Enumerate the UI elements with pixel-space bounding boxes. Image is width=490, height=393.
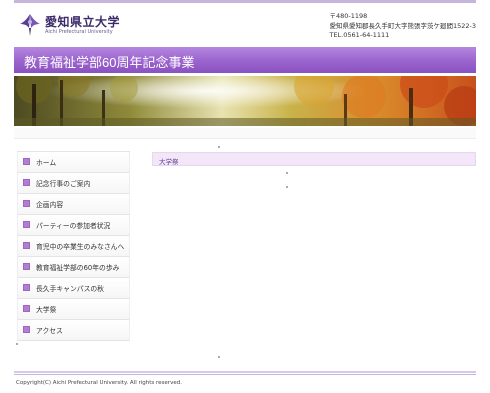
sidebar-item-label: 教育福祉学部の60年の歩み: [36, 264, 120, 272]
sidebar-item-label: アクセス: [36, 327, 63, 335]
sidebar-item-home[interactable]: ホーム: [17, 152, 130, 173]
bullet-square-icon: [23, 179, 30, 186]
site-header: 愛知県立大学 Aichi Prefectural University 〒480…: [14, 6, 476, 46]
footer-accent-line: [14, 371, 476, 373]
bullet-square-icon: [23, 284, 30, 291]
address-line: 愛知県愛知郡長久手町大字熊張字茨ケ廻間1522-3: [329, 21, 476, 30]
sidebar-item-plans[interactable]: 企画内容: [17, 194, 130, 215]
phone-number: TEL.0561-64-1111: [329, 31, 390, 39]
bullet-square-icon: [23, 242, 30, 249]
sidebar-item-label: 大学祭: [36, 306, 57, 314]
bullet-square-icon: [23, 263, 30, 270]
sidebar-item-festival[interactable]: 大学祭: [17, 299, 130, 320]
decorative-dot: [286, 172, 288, 174]
breadcrumb-current: 大学祭: [159, 158, 179, 166]
bullet-square-icon: [23, 200, 30, 207]
decorative-dot: [218, 356, 220, 358]
top-accent-line: [14, 0, 476, 3]
sidebar-item-label: 記念行事のご案内: [36, 180, 91, 188]
address-block: 〒480-1198 愛知県愛知郡長久手町大字熊張字茨ケ廻間1522-3 TEL.…: [329, 12, 476, 41]
sidebar-item-access[interactable]: アクセス: [17, 320, 130, 341]
sidebar-item-label: 企画内容: [36, 201, 64, 209]
sidebar-item-label: 育児中の卒業生のみなさんへ: [36, 243, 125, 251]
postal-code: 〒480-1198: [329, 12, 368, 20]
page-title: 教育福祉学部60周年記念事業: [24, 55, 195, 70]
copyright-text: Copyright(C) Aichi Prefectural Universit…: [16, 380, 182, 386]
sidebar-item-party-attendance[interactable]: パーティーの参加者状況: [17, 215, 130, 236]
sidebar-nav: ホーム 記念行事のご案内 企画内容 パーティーの参加者状況 育児中の卒業生のみな…: [17, 151, 130, 341]
decorative-dot: [218, 146, 220, 148]
logo-english-text: Aichi Prefectural University: [45, 29, 113, 35]
sidebar-item-label: 長久手キャンパスの秋: [36, 285, 104, 293]
university-logo-icon[interactable]: [18, 12, 42, 38]
page-title-bar: 教育福祉学部60周年記念事業: [14, 47, 476, 73]
sidebar-item-label: パーティーの参加者状況: [36, 222, 111, 230]
breadcrumb: 大学祭: [152, 152, 476, 166]
autumn-banner-image: [14, 76, 476, 126]
bullet-square-icon: [23, 158, 30, 165]
sidebar-item-label: ホーム: [36, 159, 57, 167]
sidebar-item-events[interactable]: 記念行事のご案内: [17, 173, 130, 194]
site-footer: Copyright(C) Aichi Prefectural Universit…: [14, 374, 476, 391]
sidebar-item-history[interactable]: 教育福祉学部の60年の歩み: [17, 257, 130, 278]
sidebar-item-campus-autumn[interactable]: 長久手キャンパスの秋: [17, 278, 130, 299]
logo-text[interactable]: 愛知県立大学: [45, 13, 120, 30]
decorative-dot: [286, 186, 288, 188]
bullet-square-icon: [23, 326, 30, 333]
bullet-square-icon: [23, 221, 30, 228]
banner-divider: [14, 128, 476, 139]
bullet-square-icon: [23, 305, 30, 312]
decorative-dot: [16, 343, 18, 345]
sidebar-item-parenting-alumni[interactable]: 育児中の卒業生のみなさんへ: [17, 236, 130, 257]
